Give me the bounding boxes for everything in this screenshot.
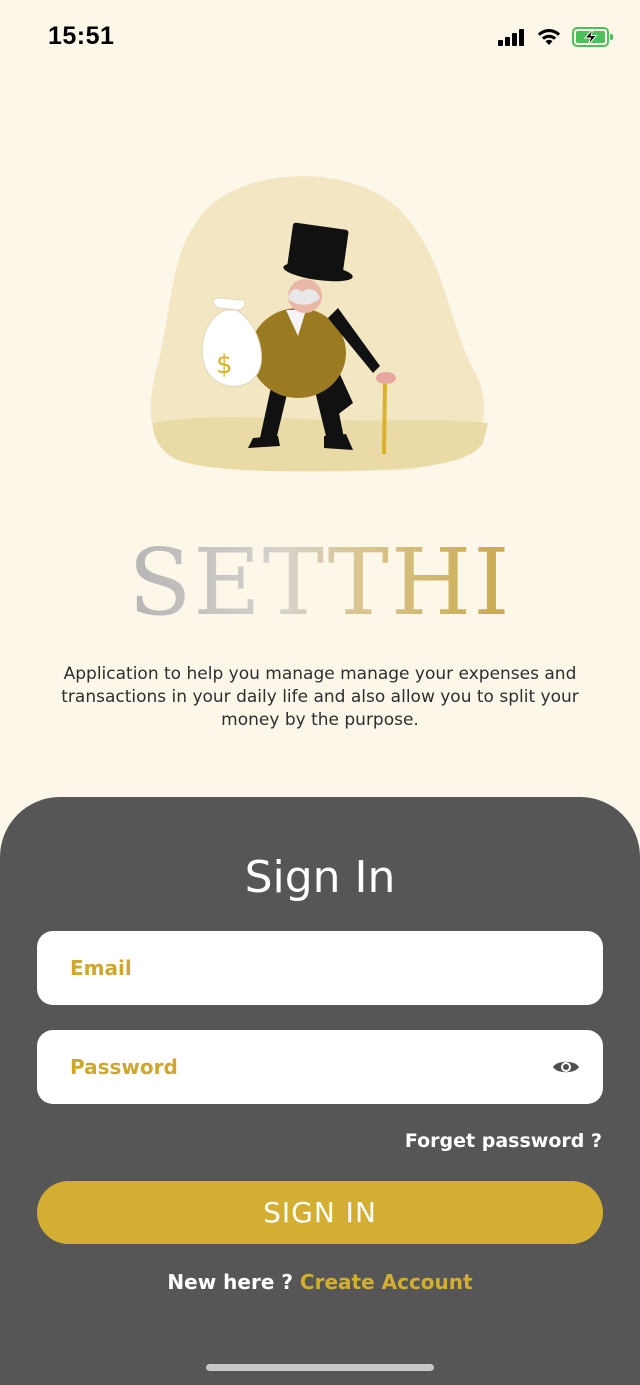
status-bar: 15:51 [0, 0, 640, 80]
password-field[interactable] [37, 1030, 603, 1104]
brand-title: SETTHI [0, 528, 640, 638]
email-input[interactable] [68, 955, 581, 981]
email-field[interactable] [37, 931, 603, 1005]
sign-in-title: Sign In [244, 852, 396, 903]
battery-charging-icon [572, 26, 614, 53]
forgot-password-link[interactable]: Forget password ? [405, 1130, 602, 1152]
status-icons [498, 26, 614, 53]
rich-man-illustration: $ [148, 168, 493, 478]
dollar-sign: $ [216, 350, 233, 380]
signal-icon [498, 28, 526, 51]
password-input[interactable] [68, 1054, 551, 1080]
tagline: Application to help you manage manage yo… [61, 664, 579, 730]
brand-title-text: SETTHI [128, 529, 512, 636]
create-account-link[interactable]: Create Account [300, 1270, 473, 1294]
new-here-label: New here ? [167, 1270, 293, 1294]
sign-in-button[interactable]: SIGN IN [37, 1181, 603, 1244]
wifi-icon [536, 27, 562, 52]
status-time: 15:51 [48, 22, 115, 50]
eye-icon[interactable] [551, 1057, 581, 1077]
new-here-row: New here ? Create Account [0, 1270, 640, 1294]
home-indicator [206, 1364, 434, 1371]
